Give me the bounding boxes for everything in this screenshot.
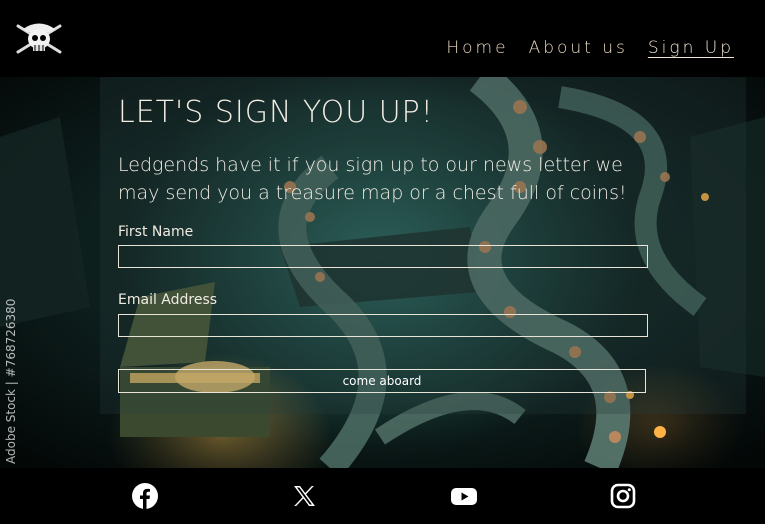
come-aboard-button[interactable]: come aboard bbox=[118, 369, 646, 393]
site-footer bbox=[0, 468, 765, 524]
main-nav: Home About us Sign Up bbox=[446, 38, 734, 58]
instagram-icon[interactable] bbox=[609, 482, 637, 510]
signup-description: Ledgends have it if you sign up to our n… bbox=[118, 154, 627, 204]
nav-home[interactable]: Home bbox=[446, 38, 508, 58]
nav-sign-up[interactable]: Sign Up bbox=[648, 38, 734, 58]
page-title: LET'S SIGN YOU UP! bbox=[118, 95, 434, 130]
nav-about-us[interactable]: About us bbox=[529, 38, 628, 58]
x-icon[interactable] bbox=[290, 482, 318, 510]
email-field[interactable] bbox=[118, 314, 648, 337]
first-name-field[interactable] bbox=[118, 245, 648, 268]
hero-section: Adobe Stock | #768726380 LET'S SIGN YOU … bbox=[0, 77, 765, 468]
email-label: Email Address bbox=[118, 292, 218, 308]
pirate-skull-logo[interactable] bbox=[14, 16, 64, 58]
site-header: Home About us Sign Up bbox=[0, 0, 765, 77]
youtube-icon[interactable] bbox=[450, 482, 478, 510]
facebook-icon[interactable] bbox=[131, 482, 159, 510]
stock-watermark: Adobe Stock | #768726380 bbox=[4, 298, 18, 464]
first-name-label: First Name bbox=[118, 224, 194, 240]
